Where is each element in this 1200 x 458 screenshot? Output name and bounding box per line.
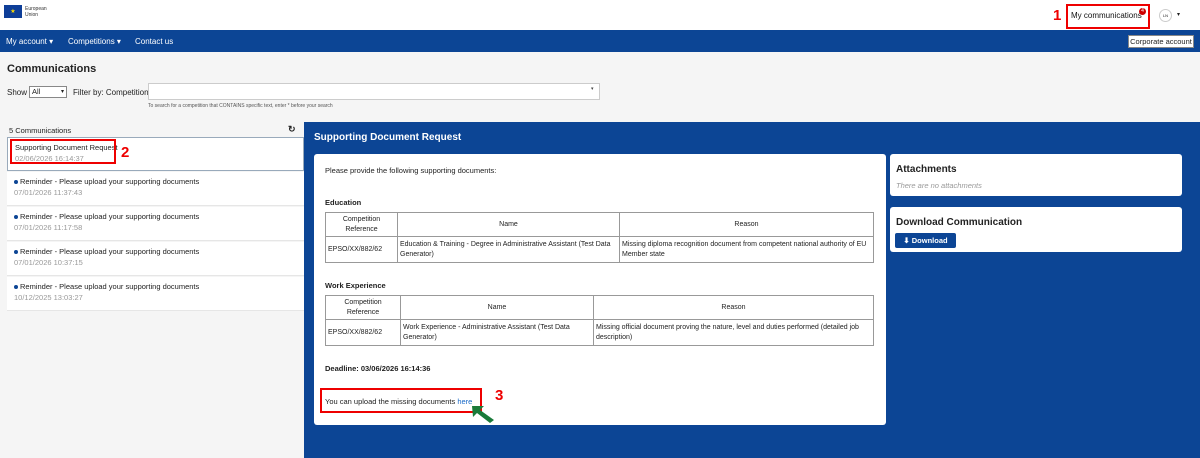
col-competition-reference: Competition Reference [325,212,398,237]
top-header: ★ European Union My communications 4 LN … [0,0,1200,30]
cell-ref: EPSO/XX/882/62 [325,236,398,263]
pointer-arrow-icon [472,406,494,423]
list-item-title: Reminder - Please upload your supporting… [20,247,200,256]
unread-dot-icon [14,180,18,185]
eu-logo-text: European Union [25,6,47,18]
page-title: Communications [7,63,97,75]
list-item[interactable]: Reminder - Please upload your supporting… [7,277,304,311]
download-card: Download Communication ⬇ Download [890,207,1182,252]
eu-flag-icon[interactable]: ★ [4,5,22,18]
cell-reason: Missing diploma recognition document fro… [619,236,874,263]
cell-name: Education & Training - Degree in Adminis… [397,236,620,263]
language-selector[interactable]: LN [1159,9,1172,22]
unread-dot-icon [14,250,18,255]
cell-ref: EPSO/XX/882/62 [325,319,401,346]
communications-count: 5 Communications [9,126,72,135]
detail-title: Supporting Document Request [314,132,462,143]
unread-dot-icon [14,215,18,220]
competition-filter-input[interactable] [148,83,600,100]
list-item-date: 07/01/2026 10:37:15 [14,258,83,267]
main-navbar: My account ▾ Competitions ▾ Contact us [0,30,1200,52]
col-reason: Reason [619,212,874,237]
show-select[interactable]: All ▾ [29,86,67,98]
work-heading: Work Experience [325,281,386,290]
download-title: Download Communication [896,217,1023,228]
cell-reason: Missing official document proving the na… [593,319,874,346]
highlight-box-2 [10,139,116,164]
show-select-value: All [32,87,41,96]
chevron-down-icon[interactable]: ▾ [591,86,594,92]
refresh-icon[interactable]: ↻ [288,124,296,135]
unread-dot-icon [14,285,18,290]
cell-name: Work Experience - Administrative Assista… [400,319,594,346]
intro-text: Please provide the following supporting … [325,166,497,175]
col-reason: Reason [593,295,874,320]
col-name: Name [397,212,620,237]
list-item-title-wrap: Reminder - Please upload your supporting… [14,282,199,291]
list-item-date: 07/01/2026 11:17:58 [14,223,83,232]
download-button[interactable]: ⬇ Download [895,233,956,248]
col-name: Name [400,295,594,320]
nav-contact-us[interactable]: Contact us [135,37,173,46]
list-item-date: 07/01/2026 11:37:43 [14,188,83,197]
highlight-box-3 [320,388,482,413]
list-item-title-wrap: Reminder - Please upload your supporting… [14,247,199,256]
annotation-number-2: 2 [121,144,130,161]
list-item-date: 10/12/2025 13:03:27 [14,293,83,302]
col-competition-reference: Competition Reference [325,295,401,320]
attachments-title: Attachments [896,164,957,175]
nav-competitions[interactable]: Competitions ▾ [68,37,121,46]
list-item-title: Reminder - Please upload your supporting… [20,177,200,186]
deadline-text: Deadline: 03/06/2026 16:14:36 [325,364,431,373]
chevron-down-icon: ▾ [60,89,64,95]
chevron-down-icon[interactable]: ▾ [1177,11,1180,18]
nav-my-account[interactable]: My account ▾ [6,37,53,46]
filter-hint: To search for a competition that CONTAIN… [148,103,333,109]
list-item-title: Reminder - Please upload your supporting… [20,282,200,291]
list-item-title-wrap: Reminder - Please upload your supporting… [14,177,199,186]
highlight-box-1 [1066,4,1150,29]
no-attachments-text: There are no attachments [896,181,982,190]
communication-body: Please provide the following supporting … [314,154,886,425]
list-item[interactable]: Reminder - Please upload your supporting… [7,242,304,276]
annotation-number-1: 1 [1053,7,1062,24]
corporate-account-button[interactable]: Corporate account [1128,35,1194,48]
show-label: Show [7,88,28,97]
list-item-title-wrap: Reminder - Please upload your supporting… [14,212,199,221]
list-item[interactable]: Reminder - Please upload your supporting… [7,172,304,206]
list-item-title: Reminder - Please upload your supporting… [20,212,200,221]
list-item[interactable]: Reminder - Please upload your supporting… [7,207,304,241]
filter-label: Filter by: Competition [73,88,149,97]
work-table: Competition Reference Name Reason EPSO/X… [325,295,874,346]
education-heading: Education [325,198,362,207]
education-table: Competition Reference Name Reason EPSO/X… [325,212,874,263]
attachments-card: Attachments There are no attachments [890,154,1182,196]
